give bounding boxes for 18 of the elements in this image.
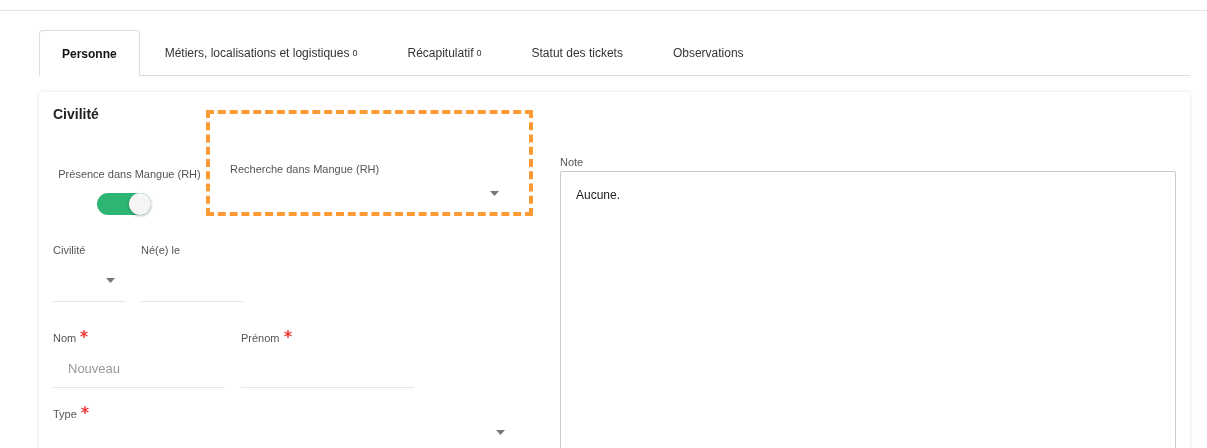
tab[interactable]: Personne <box>39 30 140 76</box>
field-label: Note <box>560 156 585 168</box>
input-field[interactable]: Nouveau <box>53 350 225 388</box>
caret-icon <box>496 430 505 435</box>
field-label: Nom <box>53 332 77 344</box>
field-label: Prénom <box>241 332 280 344</box>
section-title: Civilité <box>53 106 100 122</box>
field-label: Recherche dans Mangue (RH) <box>230 163 380 175</box>
note-textarea[interactable]: Aucune. <box>560 171 1176 448</box>
field-label: Présence dans Mangue (RH) <box>58 168 201 180</box>
field-label: Civilité <box>53 244 86 256</box>
field-label: Type <box>53 408 77 420</box>
caret-icon <box>490 191 499 196</box>
tab[interactable]: Statut des tickets <box>506 30 648 75</box>
field-label: Né(e) le <box>141 244 181 256</box>
toggle-switch[interactable] <box>96 193 151 215</box>
caret-icon <box>106 278 115 283</box>
tab[interactable]: Observations <box>647 30 769 75</box>
